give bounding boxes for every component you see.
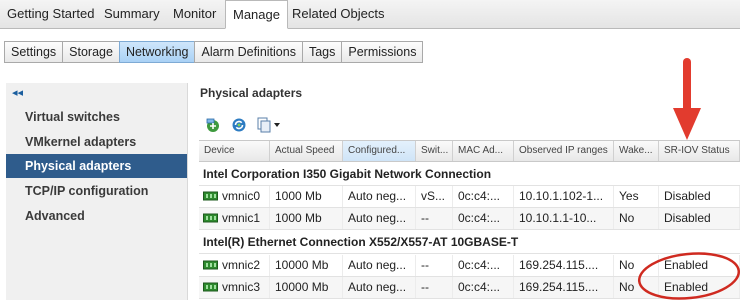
cell-configured: Auto neg...	[343, 255, 416, 276]
subtab-permissions[interactable]: Permissions	[341, 41, 424, 63]
cell-mac-address: 0c:c4:...	[453, 186, 514, 207]
collapse-icon[interactable]: ◂◂	[12, 86, 23, 99]
cell-sriov-status: Disabled	[659, 208, 740, 229]
tab-manage[interactable]: Manage	[225, 0, 288, 29]
nav-item-vmkernel-adapters[interactable]: VMkernel adapters	[6, 130, 187, 154]
tab-getting-started[interactable]: Getting Started	[0, 0, 101, 27]
cell-mac-address: 0c:c4:...	[453, 255, 514, 276]
network-adapter-icon	[203, 213, 218, 223]
cell-switch: --	[416, 208, 453, 229]
cell-switch: --	[416, 277, 453, 298]
subtab-tags[interactable]: Tags	[301, 41, 343, 63]
cell-switch: --	[416, 255, 453, 276]
copy-menu-icon[interactable]	[257, 117, 281, 133]
refresh-icon[interactable]	[231, 117, 247, 133]
cell-actual-speed: 10000 Mb	[270, 277, 343, 298]
table-header: Device Actual Speed Configured... Swit..…	[199, 140, 740, 162]
cell-observed-ip: 10.10.1.1-10...	[514, 208, 614, 229]
group-header: Intel Corporation I350 Gigabit Network C…	[199, 162, 740, 186]
cell-switch: vS...	[416, 186, 453, 207]
tab-summary[interactable]: Summary	[97, 0, 167, 27]
cell-observed-ip: 169.254.115....	[514, 277, 614, 298]
cell-mac-address: 0c:c4:...	[453, 277, 514, 298]
cell-device: vmnic2	[217, 255, 270, 276]
col-switch[interactable]: Swit...	[416, 141, 453, 161]
cell-mac-address: 0c:c4:...	[453, 208, 514, 229]
nav-item-virtual-switches[interactable]: Virtual switches	[6, 105, 187, 129]
col-observed-ip-ranges[interactable]: Observed IP ranges	[514, 141, 614, 161]
tab-related-objects[interactable]: Related Objects	[285, 0, 392, 27]
network-adapter-icon	[203, 260, 218, 270]
cell-sriov-status: Disabled	[659, 186, 740, 207]
cell-configured: Auto neg...	[343, 277, 416, 298]
cell-configured: Auto neg...	[343, 186, 416, 207]
nav-item-physical-adapters[interactable]: Physical adapters	[6, 154, 187, 178]
subtab-storage[interactable]: Storage	[62, 41, 120, 63]
network-adapter-icon	[203, 191, 218, 201]
col-wake-on-lan[interactable]: Wake...	[614, 141, 659, 161]
cell-wake-on-lan: Yes	[614, 186, 659, 207]
subtab-settings[interactable]: Settings	[4, 41, 64, 63]
section-title: Physical adapters	[200, 86, 303, 100]
sub-tab-bar: Settings Storage Networking Alarm Defini…	[4, 41, 424, 63]
subtab-networking[interactable]: Networking	[118, 41, 196, 63]
subtab-alarm-definitions[interactable]: Alarm Definitions	[194, 41, 303, 63]
cell-actual-speed: 1000 Mb	[270, 186, 343, 207]
cell-observed-ip: 169.254.115....	[514, 255, 614, 276]
cell-actual-speed: 1000 Mb	[270, 208, 343, 229]
cell-configured: Auto neg...	[343, 208, 416, 229]
cell-actual-speed: 10000 Mb	[270, 255, 343, 276]
annotation-arrow	[673, 58, 701, 140]
cell-wake-on-lan: No	[614, 208, 659, 229]
left-nav: ◂◂ Virtual switches VMkernel adapters Ph…	[6, 83, 188, 300]
network-adapter-icon	[203, 282, 218, 292]
col-mac-address[interactable]: MAC Ad...	[453, 141, 514, 161]
cell-device: vmnic0	[217, 186, 270, 207]
tab-monitor[interactable]: Monitor	[166, 0, 223, 27]
col-device[interactable]: Device	[199, 141, 270, 161]
cell-observed-ip: 10.10.1.102-1...	[514, 186, 614, 207]
nav-item-advanced[interactable]: Advanced	[6, 204, 187, 228]
annotation-ellipse	[637, 252, 740, 300]
top-tab-bar: Getting Started Summary Monitor Manage R…	[0, 0, 740, 29]
nav-item-tcpip-configuration[interactable]: TCP/IP configuration	[6, 179, 187, 203]
cell-device: vmnic1	[217, 208, 270, 229]
add-networking-icon[interactable]	[205, 117, 221, 133]
col-sriov-status[interactable]: SR-IOV Status	[659, 141, 740, 161]
cell-device: vmnic3	[217, 277, 270, 298]
table-row[interactable]: vmnic1 1000 Mb Auto neg... -- 0c:c4:... …	[199, 208, 740, 230]
table-row[interactable]: vmnic0 1000 Mb Auto neg... vS... 0c:c4:.…	[199, 186, 740, 208]
col-actual-speed[interactable]: Actual Speed	[270, 141, 343, 161]
col-configured[interactable]: Configured...	[343, 141, 416, 161]
